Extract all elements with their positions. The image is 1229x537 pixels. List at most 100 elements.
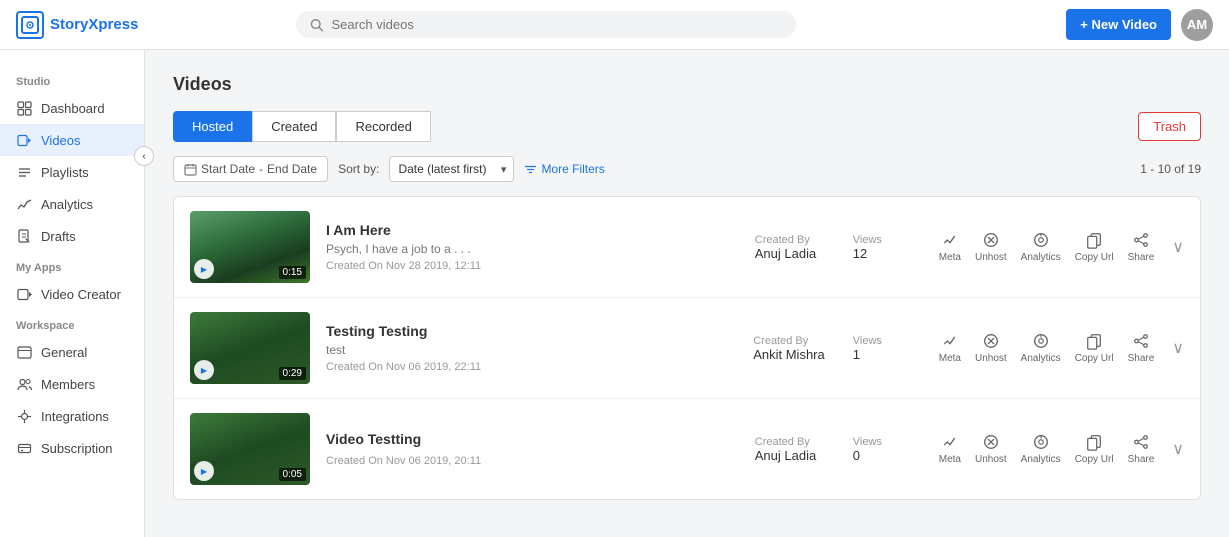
created-by-value: Anuj Ladia — [755, 448, 825, 463]
video-actions: Meta Unhost Analytics Copy Url — [939, 433, 1184, 465]
date-separator: - — [259, 162, 263, 176]
sort-by-label: Sort by: — [338, 162, 379, 176]
views-block: Views 0 — [853, 436, 923, 463]
views-value: 12 — [853, 246, 923, 261]
sidebar-section-myapps: My Apps — [0, 252, 144, 278]
tab-recorded[interactable]: Recorded — [336, 111, 430, 142]
sidebar-item-videos[interactable]: Videos — [0, 124, 144, 156]
logo: StoryXpress — [16, 11, 161, 39]
page-title: Videos — [173, 74, 1201, 95]
sidebar-item-subscription[interactable]: Subscription — [0, 432, 144, 464]
avatar: AM — [1181, 9, 1213, 41]
layout: ‹ Studio Dashboard Videos Playlists Ana — [0, 50, 1229, 537]
expand-button[interactable]: ∨ — [1172, 439, 1184, 459]
more-filters-button[interactable]: More Filters — [524, 162, 604, 176]
created-by-label: Created By — [755, 436, 825, 448]
video-meta: Created By Ankit Mishra Views 1 — [753, 335, 923, 362]
share-button[interactable]: Share — [1128, 433, 1155, 465]
video-meta: Created By Anuj Ladia Views 0 — [755, 436, 923, 463]
sidebar-section-studio: Studio — [0, 66, 144, 92]
analytics-button[interactable]: Analytics — [1021, 231, 1061, 263]
play-button[interactable]: ▶ — [194, 259, 214, 279]
sidebar-item-general[interactable]: General — [0, 336, 144, 368]
expand-button[interactable]: ∨ — [1172, 237, 1184, 257]
filters-row: Start Date - End Date Sort by: Date (lat… — [173, 156, 1201, 182]
unhost-button[interactable]: Unhost — [975, 332, 1007, 364]
play-button[interactable]: ▶ — [194, 360, 214, 380]
share-icon — [1132, 433, 1150, 451]
share-button[interactable]: Share — [1128, 231, 1155, 263]
videos-icon — [16, 132, 32, 148]
sidebar-item-video-creator[interactable]: Video Creator — [0, 278, 144, 310]
analytics-icon-action — [1032, 433, 1050, 451]
analytics-icon — [16, 196, 32, 212]
sidebar-collapse-button[interactable]: ‹ — [134, 146, 154, 166]
analytics-button[interactable]: Analytics — [1021, 332, 1061, 364]
unhost-icon — [982, 231, 1000, 249]
views-label: Views — [853, 234, 923, 246]
sidebar-label-subscription: Subscription — [41, 441, 113, 456]
sidebar-label-dashboard: Dashboard — [41, 101, 105, 116]
meta-button[interactable]: Meta — [939, 231, 961, 263]
meta-button[interactable]: Meta — [939, 433, 961, 465]
search-bar — [296, 11, 796, 38]
tab-created[interactable]: Created — [252, 111, 336, 142]
sidebar-item-members[interactable]: Members — [0, 368, 144, 400]
copy-url-button[interactable]: Copy Url — [1075, 332, 1114, 364]
created-by-value: Anuj Ladia — [755, 246, 825, 261]
share-button[interactable]: Share — [1128, 332, 1155, 364]
created-by-block: Created By Ankit Mishra — [753, 335, 825, 362]
sidebar-label-general: General — [41, 345, 87, 360]
unhost-icon — [982, 332, 1000, 350]
tabs-row: Hosted Created Recorded Trash — [173, 111, 1201, 142]
sidebar: ‹ Studio Dashboard Videos Playlists Ana — [0, 50, 145, 537]
members-icon — [16, 376, 32, 392]
created-by-value: Ankit Mishra — [753, 347, 825, 362]
sidebar-item-analytics[interactable]: Analytics — [0, 188, 144, 220]
sidebar-item-dashboard[interactable]: Dashboard — [0, 92, 144, 124]
video-title: I Am Here — [326, 222, 739, 238]
views-label: Views — [853, 335, 923, 347]
video-created-date: Created On Nov 06 2019, 20:11 — [326, 455, 739, 467]
copy-url-button[interactable]: Copy Url — [1075, 433, 1114, 465]
share-icon — [1132, 332, 1150, 350]
calendar-icon — [184, 163, 197, 176]
video-thumbnail[interactable]: ▶ 0:29 — [190, 312, 310, 384]
date-range-picker[interactable]: Start Date - End Date — [173, 156, 328, 182]
created-by-label: Created By — [753, 335, 825, 347]
meta-button[interactable]: Meta — [939, 332, 961, 364]
views-block: Views 12 — [853, 234, 923, 261]
meta-icon — [941, 332, 959, 350]
video-thumbnail[interactable]: ▶ 0:05 — [190, 413, 310, 485]
copy-url-button[interactable]: Copy Url — [1075, 231, 1114, 263]
expand-button[interactable]: ∨ — [1172, 338, 1184, 358]
sort-wrapper: Date (latest first) — [389, 156, 514, 182]
video-duration: 0:29 — [279, 367, 306, 380]
video-created-date: Created On Nov 06 2019, 22:11 — [326, 361, 737, 373]
sidebar-item-integrations[interactable]: Integrations — [0, 400, 144, 432]
copy-url-icon — [1085, 332, 1103, 350]
sidebar-item-playlists[interactable]: Playlists — [0, 156, 144, 188]
topbar: StoryXpress + New Video AM — [0, 0, 1229, 50]
search-input[interactable] — [331, 17, 782, 32]
search-icon — [310, 18, 323, 32]
unhost-button[interactable]: Unhost — [975, 433, 1007, 465]
views-value: 1 — [853, 347, 923, 362]
sidebar-label-videos: Videos — [41, 133, 81, 148]
analytics-icon-action — [1032, 332, 1050, 350]
unhost-button[interactable]: Unhost — [975, 231, 1007, 263]
play-button[interactable]: ▶ — [194, 461, 214, 481]
sort-select[interactable]: Date (latest first) — [389, 156, 514, 182]
new-video-button[interactable]: + New Video — [1066, 9, 1171, 40]
sidebar-label-video-creator: Video Creator — [41, 287, 121, 302]
analytics-button[interactable]: Analytics — [1021, 433, 1061, 465]
analytics-icon-action — [1032, 231, 1050, 249]
views-block: Views 1 — [853, 335, 923, 362]
unhost-icon — [982, 433, 1000, 451]
video-actions: Meta Unhost Analytics Copy Url — [939, 231, 1184, 263]
dashboard-icon — [16, 100, 32, 116]
tab-hosted[interactable]: Hosted — [173, 111, 252, 142]
video-thumbnail[interactable]: ▶ 0:15 — [190, 211, 310, 283]
trash-button[interactable]: Trash — [1138, 112, 1201, 141]
sidebar-item-drafts[interactable]: Drafts — [0, 220, 144, 252]
